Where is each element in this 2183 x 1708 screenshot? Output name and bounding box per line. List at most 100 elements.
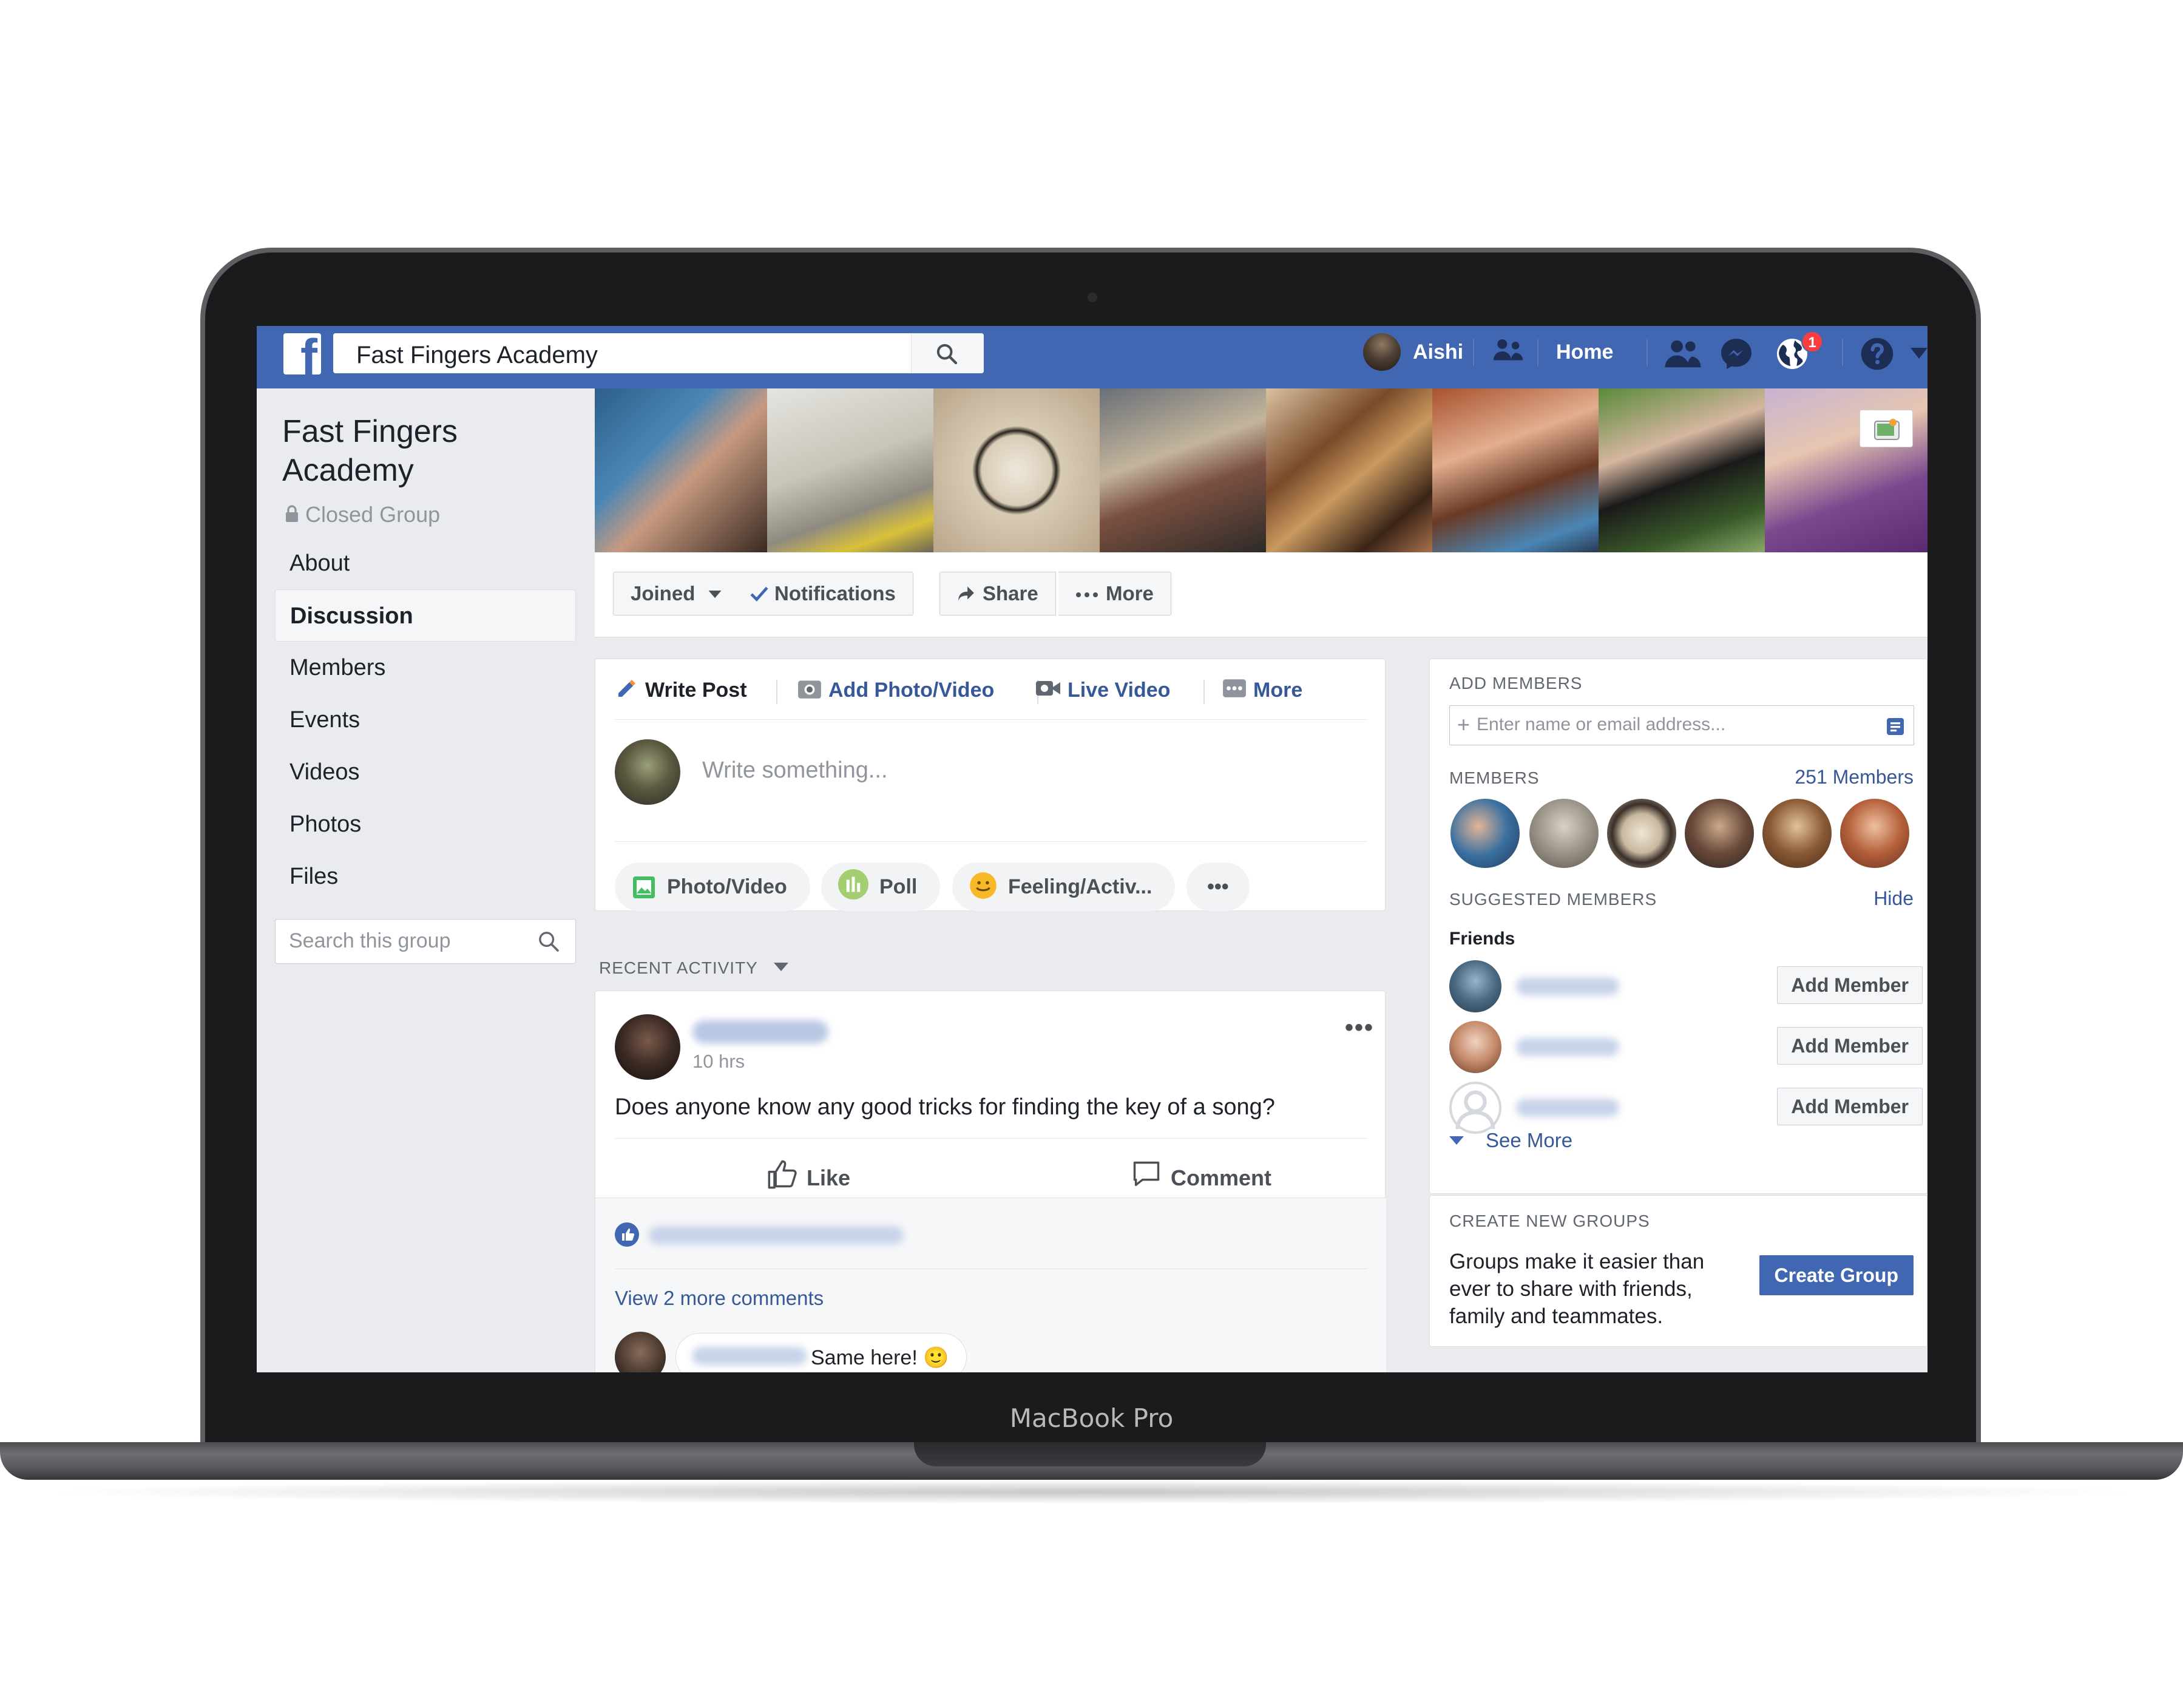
like-button[interactable]: Like [767,1159,850,1191]
photo-video-pill[interactable]: Photo/Video [615,862,810,911]
home-link[interactable]: Home [1556,341,1613,364]
member-avatars [1449,798,1923,870]
camera-icon [1874,419,1900,440]
suggested-member-row: Add Member [1449,960,1923,1015]
post-options-button[interactable]: ••• [1345,1014,1374,1042]
search-button[interactable] [911,333,984,373]
poll-pill[interactable]: Poll [821,862,941,911]
feeling-activity-pill[interactable]: Feeling/Activ... [952,862,1176,911]
messenger-icon[interactable] [1718,336,1755,372]
search-value: Fast Fingers Academy [356,342,598,368]
notification-badge: 1 [1801,331,1823,353]
add-members-input[interactable] [1477,714,1865,735]
more-button[interactable]: More [1058,572,1171,615]
feed-post: 10 hrs ••• Does anyone know any good tri… [595,991,1386,1372]
camera-icon [798,680,821,699]
suggested-member-avatar[interactable] [1449,960,1501,1012]
tab-live-video-label: Live Video [1068,679,1171,702]
sidebar-item-discussion[interactable]: Discussion [275,589,576,642]
sidebar-item-about[interactable]: About [275,537,576,589]
member-avatar[interactable] [1606,798,1677,869]
sidebar-item-files[interactable]: Files [275,850,576,903]
tab-add-photo-video-label: Add Photo/Video [828,679,995,702]
sidebar-item-videos[interactable]: Videos [275,746,576,798]
group-title[interactable]: Fast Fingers Academy [282,412,561,490]
cover-photo-tile [1432,388,1599,552]
find-friends-icon[interactable] [1491,333,1526,370]
post-composer: Write Post Add Photo/Video Live Video Mo… [595,659,1386,911]
recent-activity-header[interactable]: RECENT ACTIVITY [599,958,789,978]
likers-names-blurred[interactable] [649,1226,904,1244]
laptop-notch [914,1442,1266,1466]
user-avatar[interactable] [1363,333,1401,371]
post-comments-section: View 2 more comments Same here! 🙂 [595,1198,1386,1372]
cover-photo-tile [933,388,1100,552]
post-divider [615,1138,1367,1139]
chevron-down-icon [708,591,722,598]
member-avatar[interactable] [1761,798,1833,869]
change-cover-button[interactable] [1860,410,1913,447]
joined-button[interactable]: Joined [613,572,739,615]
joined-label: Joined [631,582,696,605]
search-icon[interactable] [536,929,561,954]
view-more-comments-link[interactable]: View 2 more comments [615,1287,824,1310]
create-groups-title: CREATE NEW GROUPS [1449,1212,1650,1230]
hide-suggestions-link[interactable]: Hide [1873,887,1914,910]
global-search-input[interactable]: Fast Fingers Academy [333,333,984,373]
cover-photo-tile [1100,388,1266,552]
post-author-name-blurred[interactable] [692,1020,828,1043]
add-member-button[interactable]: Add Member [1777,966,1923,1004]
sidebar-item-members[interactable]: Members [275,642,576,694]
poll-pill-label: Poll [879,875,918,898]
commenter-avatar[interactable] [615,1332,666,1372]
tab-write-post[interactable]: Write Post [615,676,747,702]
facebook-logo-icon[interactable]: f [283,333,321,374]
sidebar-item-events[interactable]: Events [275,694,576,746]
add-member-button[interactable]: Add Member [1777,1027,1923,1065]
tab-live-video[interactable]: Live Video [1035,676,1170,702]
suggested-member-name-blurred[interactable] [1516,1099,1619,1117]
share-button[interactable]: Share [939,572,1056,615]
help-icon[interactable] [1859,336,1895,372]
comment-button[interactable]: Comment [1131,1159,1271,1191]
member-avatar[interactable] [1528,798,1600,869]
share-label: Share [983,582,1038,605]
more-label: More [1106,582,1154,605]
like-icon [768,1160,797,1189]
friend-requests-icon[interactable] [1663,336,1702,372]
member-avatar[interactable] [1684,798,1755,869]
sidebar-item-photos[interactable]: Photos [275,798,576,850]
group-privacy-label: Closed Group [305,502,441,527]
add-member-button[interactable]: Add Member [1777,1088,1923,1125]
post-author-avatar[interactable] [615,1014,680,1080]
tab-more-label: More [1253,679,1303,702]
suggested-member-avatar[interactable] [1449,1021,1501,1073]
account-menu-arrow-icon[interactable] [1911,348,1927,360]
tab-separator [776,680,777,704]
notifications-button[interactable]: Notifications [733,572,913,615]
top-navigation-bar: f Fast Fingers Academy Aishi Home 1 [257,326,1927,388]
more-options-pill[interactable]: ••• [1186,862,1250,911]
suggested-member-name-blurred[interactable] [1516,977,1619,995]
tab-add-photo-video[interactable]: Add Photo/Video [797,676,994,702]
member-avatar[interactable] [1449,798,1521,869]
user-name-link[interactable]: Aishi [1413,341,1463,364]
create-group-button[interactable]: Create Group [1759,1255,1914,1295]
comment-icon [1133,1161,1160,1187]
group-search-input[interactable] [289,929,520,953]
post-timestamp[interactable]: 10 hrs [692,1051,745,1073]
commenter-name-blurred[interactable] [692,1347,807,1365]
photo-icon [632,869,656,917]
member-avatar[interactable] [1839,798,1911,869]
composer-input[interactable]: Write something... [702,757,888,784]
contact-list-icon[interactable] [1886,717,1905,736]
members-title: MEMBERS [1449,768,1540,787]
members-count-link[interactable]: 251 Members [1795,766,1914,788]
tab-more[interactable]: More [1222,676,1302,702]
see-more-link[interactable]: See More [1449,1129,1572,1152]
default-avatar-icon[interactable] [1449,1082,1501,1134]
create-group-panel: CREATE NEW GROUPS Groups make it easier … [1429,1195,1927,1347]
browser-screen: f Fast Fingers Academy Aishi Home 1 Fast… [257,326,1927,1372]
group-search-box [275,919,576,964]
suggested-member-name-blurred[interactable] [1516,1038,1619,1056]
